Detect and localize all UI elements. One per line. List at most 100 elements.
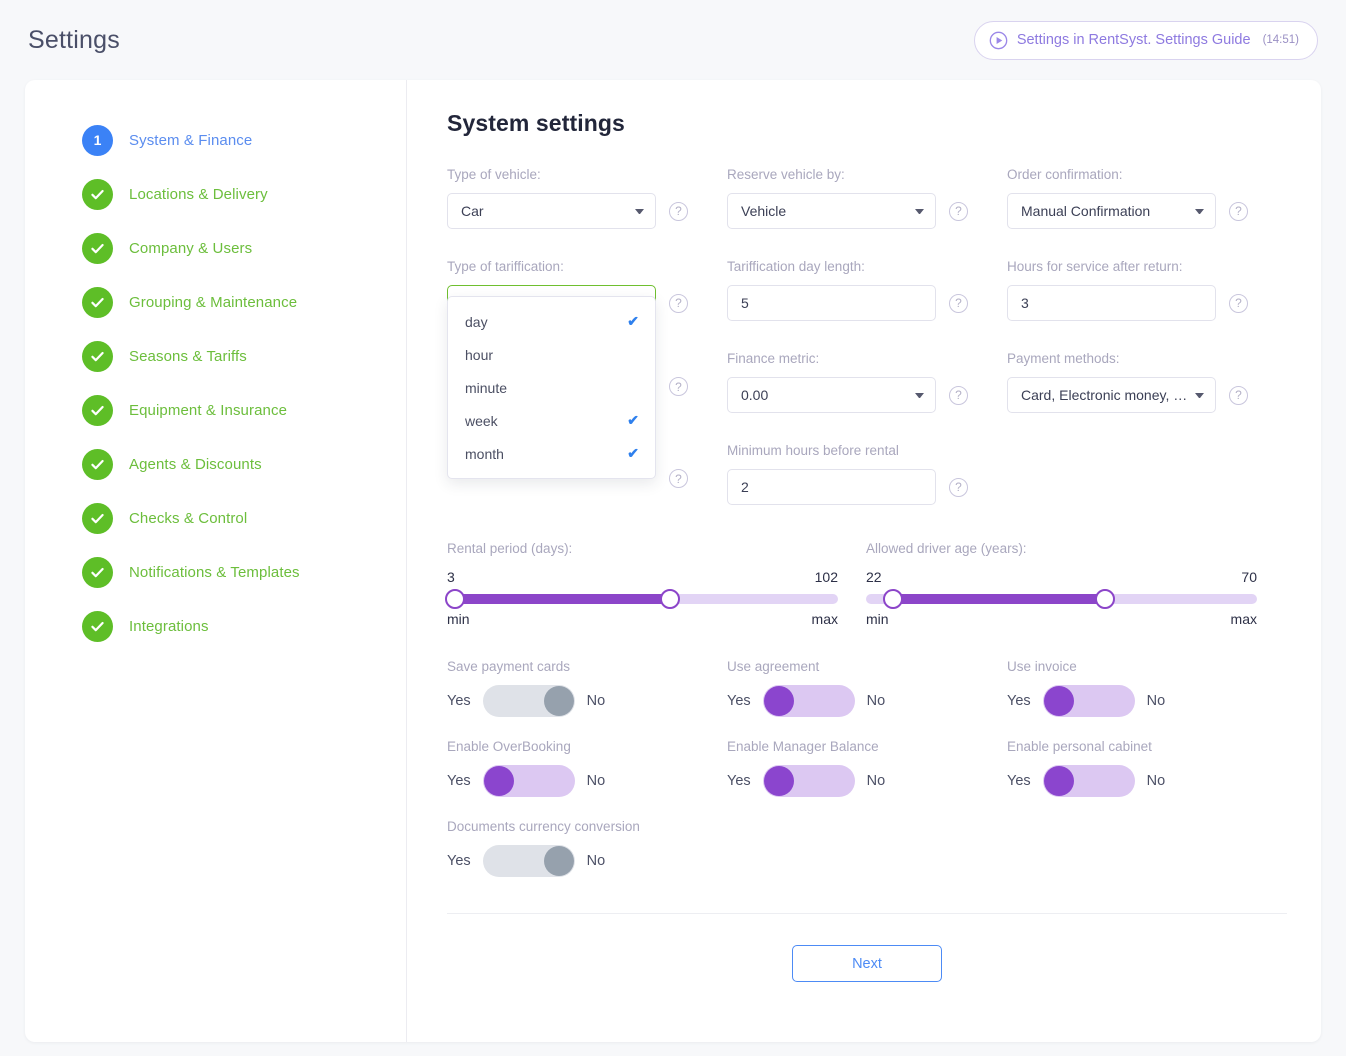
slider-handle-min[interactable] bbox=[444, 589, 465, 609]
toggle-label: Use invoice bbox=[1007, 659, 1077, 674]
dropdown-option-day[interactable]: day ✔ bbox=[448, 305, 655, 338]
help-icon[interactable]: ? bbox=[949, 477, 968, 497]
slider-track[interactable] bbox=[444, 589, 838, 609]
toggle-no-label: No bbox=[586, 853, 606, 869]
hours-for-service-input[interactable]: 3 bbox=[1007, 285, 1216, 321]
toggle-no-label: No bbox=[866, 693, 886, 709]
dropdown-option-minute[interactable]: minute bbox=[448, 371, 655, 404]
dropdown-option-week[interactable]: week ✔ bbox=[448, 404, 655, 437]
footer: Next bbox=[447, 914, 1287, 982]
next-button[interactable]: Next bbox=[792, 945, 942, 982]
toggle-yes-label: Yes bbox=[727, 773, 751, 789]
toggle-use-invoice: Use invoice Yes No bbox=[1007, 659, 1287, 717]
dropdown-option-month[interactable]: month ✔ bbox=[448, 437, 655, 470]
sidebar-item-label: Grouping & Maintenance bbox=[129, 293, 298, 311]
page-title: Settings bbox=[28, 25, 120, 54]
help-icon[interactable]: ? bbox=[949, 293, 968, 313]
reserve-vehicle-by-select[interactable]: Vehicle bbox=[727, 193, 936, 229]
check-icon: ✔ bbox=[627, 445, 639, 461]
type-of-vehicle-select[interactable]: Car bbox=[447, 193, 656, 229]
field-payment-methods: Payment methods: Card, Electronic money,… bbox=[1007, 351, 1287, 413]
sidebar-item-label: Agents & Discounts bbox=[129, 455, 262, 473]
field-label: Payment methods: bbox=[1007, 351, 1120, 366]
help-icon[interactable]: ? bbox=[1229, 293, 1248, 313]
sidebar-item-integrations[interactable]: Integrations bbox=[82, 599, 406, 653]
sidebar-item-system-finance[interactable]: 1 System & Finance bbox=[82, 113, 406, 167]
minimum-hours-before-rental-input[interactable]: 2 bbox=[727, 469, 936, 505]
sidebar-item-label: Notifications & Templates bbox=[129, 563, 300, 581]
sidebar-item-company-users[interactable]: Company & Users bbox=[82, 221, 406, 275]
toggle-knob bbox=[1043, 766, 1074, 796]
help-icon[interactable]: ? bbox=[669, 377, 688, 396]
sidebar-item-label: System & Finance bbox=[129, 131, 253, 149]
check-icon bbox=[82, 394, 113, 426]
help-icon[interactable]: ? bbox=[669, 293, 688, 313]
toggle-yes-label: Yes bbox=[447, 773, 471, 789]
slider-rental-period: Rental period (days): 3 102 min max bbox=[444, 541, 838, 627]
slider-handle-min[interactable] bbox=[883, 589, 904, 609]
help-icon[interactable]: ? bbox=[949, 385, 968, 405]
select-value: Manual Confirmation bbox=[1021, 203, 1151, 219]
sidebar-item-notifications-templates[interactable]: Notifications & Templates bbox=[82, 545, 406, 599]
toggle-label: Save payment cards bbox=[447, 659, 571, 674]
input-value: 2 bbox=[741, 479, 749, 495]
toggles-section: Save payment cards Yes No Use agreement … bbox=[447, 659, 1287, 877]
field-spacer-right bbox=[1007, 443, 1287, 505]
toggle-use-agreement: Use agreement Yes No bbox=[727, 659, 1007, 717]
payment-methods-select[interactable]: Card, Electronic money, Ba… bbox=[1007, 377, 1216, 413]
toggle-enable-overbooking: Enable OverBooking Yes No bbox=[447, 739, 727, 797]
slider-track[interactable] bbox=[866, 589, 1257, 609]
toggle-knob bbox=[763, 686, 794, 716]
toggle-switch[interactable] bbox=[482, 685, 575, 717]
check-icon bbox=[82, 502, 113, 534]
help-icon[interactable]: ? bbox=[669, 469, 688, 488]
sidebar-item-label: Seasons & Tariffs bbox=[129, 347, 247, 365]
sidebar-item-checks-control[interactable]: Checks & Control bbox=[82, 491, 406, 545]
toggle-switch[interactable] bbox=[482, 765, 575, 797]
toggle-switch[interactable] bbox=[482, 845, 575, 877]
toggle-label: Use agreement bbox=[727, 659, 820, 674]
toggle-knob bbox=[483, 766, 514, 796]
toggle-label: Enable Manager Balance bbox=[727, 739, 879, 754]
field-reserve-vehicle-by: Reserve vehicle by: Vehicle ? bbox=[727, 167, 1007, 229]
sidebar-item-grouping-maintenance[interactable]: Grouping & Maintenance bbox=[82, 275, 406, 329]
option-label: minute bbox=[465, 379, 508, 396]
help-icon[interactable]: ? bbox=[669, 201, 688, 221]
help-icon[interactable]: ? bbox=[1229, 201, 1248, 221]
sidebar-item-label: Integrations bbox=[129, 617, 209, 635]
slider-handle-max[interactable] bbox=[1094, 589, 1115, 609]
chevron-down-icon bbox=[915, 208, 924, 214]
field-type-of-vehicle: Type of vehicle: Car ? bbox=[447, 167, 727, 229]
toggle-switch[interactable] bbox=[762, 765, 855, 797]
help-icon[interactable]: ? bbox=[949, 201, 968, 221]
dropdown-option-hour[interactable]: hour bbox=[448, 338, 655, 371]
chevron-down-icon bbox=[635, 208, 644, 214]
toggle-knob bbox=[1043, 686, 1074, 716]
tariffication-dropdown-menu[interactable]: day ✔ hour minute week ✔ month ✔ bbox=[447, 296, 656, 479]
sidebar-item-equipment-insurance[interactable]: Equipment & Insurance bbox=[82, 383, 406, 437]
help-icon[interactable]: ? bbox=[1229, 385, 1248, 405]
field-minimum-hours-before-rental: Minimum hours before rental 2 ? bbox=[727, 443, 1007, 505]
tariffication-day-length-input[interactable]: 5 bbox=[727, 285, 936, 321]
sidebar-item-locations-delivery[interactable]: Locations & Delivery bbox=[82, 167, 406, 221]
order-confirmation-select[interactable]: Manual Confirmation bbox=[1007, 193, 1216, 229]
field-label: Finance metric: bbox=[727, 351, 820, 366]
video-guide-button[interactable]: Settings in RentSyst. Settings Guide (14… bbox=[973, 20, 1318, 60]
slider-max-caption: max bbox=[1230, 611, 1257, 627]
check-icon bbox=[82, 340, 113, 372]
toggle-switch[interactable] bbox=[1042, 765, 1135, 797]
slider-handle-max[interactable] bbox=[659, 589, 680, 609]
toggle-yes-label: Yes bbox=[1007, 693, 1031, 709]
sliders-section: Rental period (days): 3 102 min max Allo… bbox=[444, 541, 1287, 627]
check-icon bbox=[82, 556, 113, 588]
finance-metric-select[interactable]: 0.00 bbox=[727, 377, 936, 413]
toggle-label: Enable OverBooking bbox=[447, 739, 571, 754]
sidebar-item-agents-discounts[interactable]: Agents & Discounts bbox=[82, 437, 406, 491]
check-icon bbox=[82, 178, 113, 210]
system-settings-panel: System settings Type of vehicle: Car ? R… bbox=[407, 80, 1327, 1042]
toggle-switch[interactable] bbox=[1042, 685, 1135, 717]
toggle-switch[interactable] bbox=[762, 685, 855, 717]
slider-label: Allowed driver age (years): bbox=[866, 541, 1027, 556]
option-label: week bbox=[465, 412, 498, 429]
sidebar-item-seasons-tariffs[interactable]: Seasons & Tariffs bbox=[82, 329, 406, 383]
